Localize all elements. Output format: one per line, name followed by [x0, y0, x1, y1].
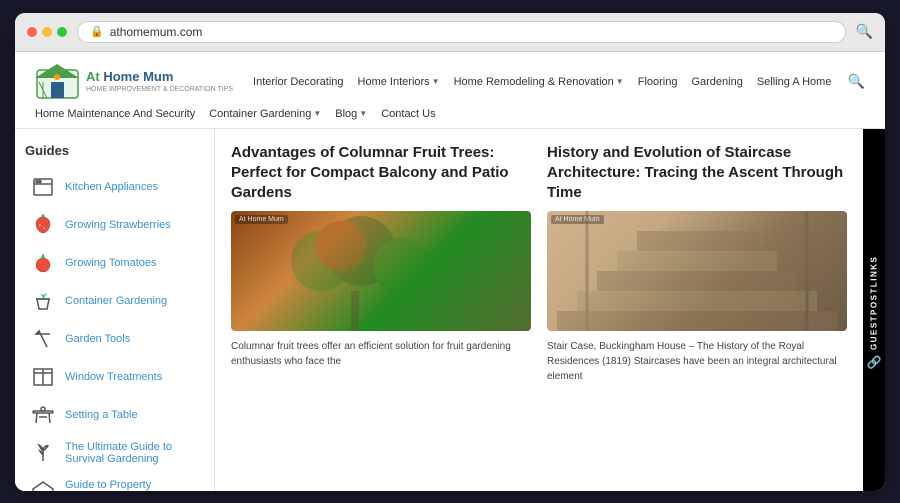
nav-links-row1: Interior Decorating Home Interiors ▼ Hom…: [253, 73, 865, 90]
sidebar-item-kitchen-appliances[interactable]: Kitchen Appliances: [25, 168, 204, 206]
right-band-label: GUESTPOSTLINKS: [870, 255, 879, 349]
kitchen-appliances-icon: [29, 173, 57, 201]
sidebar-label-kitchen: Kitchen Appliances: [65, 181, 158, 193]
right-band[interactable]: 🔗 GUESTPOSTLINKS: [863, 129, 885, 491]
garden-tools-icon: [29, 325, 57, 353]
sidebar-item-survival-gardening[interactable]: The Ultimate Guide to Survival Gardening: [25, 434, 204, 472]
window-treatments-icon: [29, 363, 57, 391]
strawberries-icon: [29, 211, 57, 239]
gpl-icon: 🔗: [867, 354, 881, 370]
sidebar-item-window-treatments[interactable]: Window Treatments: [25, 358, 204, 396]
nav-home-interiors[interactable]: Home Interiors ▼: [358, 76, 440, 88]
sidebar-item-setting-table[interactable]: Setting a Table: [25, 396, 204, 434]
nav-row1: At Home Mum HOME IMPROVEMENT & DECORATIO…: [35, 52, 865, 108]
sidebar-label-container: Container Gardening: [65, 295, 167, 307]
main-area: Guides Kitchen Appliances: [15, 129, 885, 491]
article-excerpt-2: Stair Case, Buckingham House – The Histo…: [547, 339, 847, 384]
address-text: athomemum.com: [110, 25, 203, 39]
lock-icon: 🔒: [90, 25, 104, 38]
tomatoes-icon: [29, 249, 57, 277]
nav-gardening[interactable]: Gardening: [691, 76, 742, 88]
dropdown-arrow: ▼: [359, 109, 367, 118]
setting-table-icon: [29, 401, 57, 429]
nav-blog[interactable]: Blog ▼: [335, 108, 367, 120]
logo-brand: At Home Mum: [86, 69, 233, 85]
nav-flooring[interactable]: Flooring: [638, 76, 678, 88]
address-bar[interactable]: 🔒 athomemum.com: [77, 21, 846, 43]
logo-text-container: At Home Mum HOME IMPROVEMENT & DECORATIO…: [86, 69, 233, 95]
container-gardening-icon: [29, 287, 57, 315]
article-card-1: Advantages of Columnar Fruit Trees: Perf…: [231, 143, 531, 385]
top-nav: At Home Mum HOME IMPROVEMENT & DECORATIO…: [15, 52, 885, 129]
logo-home: Home: [103, 69, 143, 84]
article-image-1[interactable]: At Home Mum: [231, 211, 531, 331]
sidebar: Guides Kitchen Appliances: [15, 129, 215, 491]
sidebar-label-property: Guide to Property Inspections: [65, 479, 200, 491]
right-band-content: 🔗 GUESTPOSTLINKS: [867, 255, 881, 370]
article-excerpt-1: Columnar fruit trees offer an efficient …: [231, 339, 531, 369]
property-icon: [29, 477, 57, 491]
browser-dots: [27, 27, 67, 37]
nav-interior-decorating[interactable]: Interior Decorating: [253, 76, 344, 88]
sidebar-label-table: Setting a Table: [65, 409, 138, 421]
logo-at: At: [86, 69, 103, 84]
sidebar-item-property-inspections[interactable]: Guide to Property Inspections: [25, 472, 204, 491]
dropdown-arrow: ▼: [432, 77, 440, 86]
browser-window: 🔒 athomemum.com 🔍: [15, 13, 885, 491]
nav-home-remodeling[interactable]: Home Remodeling & Renovation ▼: [454, 76, 624, 88]
article-title-2[interactable]: History and Evolution of Staircase Archi…: [547, 143, 847, 204]
nav-contact-us[interactable]: Contact Us: [381, 108, 435, 120]
sidebar-label-tomatoes: Growing Tomatoes: [65, 257, 157, 269]
logo-icon: [35, 62, 80, 102]
site-wrapper: At Home Mum HOME IMPROVEMENT & DECORATIO…: [15, 52, 885, 491]
sidebar-label-strawberries: Growing Strawberries: [65, 219, 171, 231]
sidebar-title: Guides: [25, 143, 204, 158]
nav-selling[interactable]: Selling A Home: [757, 76, 832, 88]
nav-home-maintenance[interactable]: Home Maintenance And Security: [35, 108, 195, 120]
dropdown-arrow: ▼: [616, 77, 624, 86]
sidebar-item-container-gardening[interactable]: Container Gardening: [25, 282, 204, 320]
article-image-2[interactable]: At Home Mum: [547, 211, 847, 331]
content-area: Advantages of Columnar Fruit Trees: Perf…: [215, 129, 863, 491]
sidebar-item-garden-tools[interactable]: Garden Tools: [25, 320, 204, 358]
sidebar-label-survival: The Ultimate Guide to Survival Gardening: [65, 441, 200, 465]
dot-green[interactable]: [57, 27, 67, 37]
logo-area[interactable]: At Home Mum HOME IMPROVEMENT & DECORATIO…: [35, 62, 233, 102]
nav-container-gardening[interactable]: Container Gardening ▼: [209, 108, 321, 120]
browser-search-button[interactable]: 🔍: [856, 23, 873, 40]
dot-red[interactable]: [27, 27, 37, 37]
browser-chrome: 🔒 athomemum.com 🔍: [15, 13, 885, 52]
logo-mum: Mum: [143, 69, 173, 84]
sidebar-label-windows: Window Treatments: [65, 371, 162, 383]
nav-search-icon[interactable]: 🔍: [848, 73, 865, 90]
dropdown-arrow: ▼: [313, 109, 321, 118]
articles-grid: Advantages of Columnar Fruit Trees: Perf…: [231, 143, 847, 385]
dot-yellow[interactable]: [42, 27, 52, 37]
sidebar-item-growing-tomatoes[interactable]: Growing Tomatoes: [25, 244, 204, 282]
logo-subtext: HOME IMPROVEMENT & DECORATION TIPS: [86, 86, 233, 94]
nav-links-row2: Home Maintenance And Security Container …: [35, 108, 865, 128]
article-card-2: History and Evolution of Staircase Archi…: [547, 143, 847, 385]
article-title-1[interactable]: Advantages of Columnar Fruit Trees: Perf…: [231, 143, 531, 204]
sidebar-item-growing-strawberries[interactable]: Growing Strawberries: [25, 206, 204, 244]
sidebar-label-garden-tools: Garden Tools: [65, 333, 130, 345]
survival-gardening-icon: [29, 439, 57, 467]
